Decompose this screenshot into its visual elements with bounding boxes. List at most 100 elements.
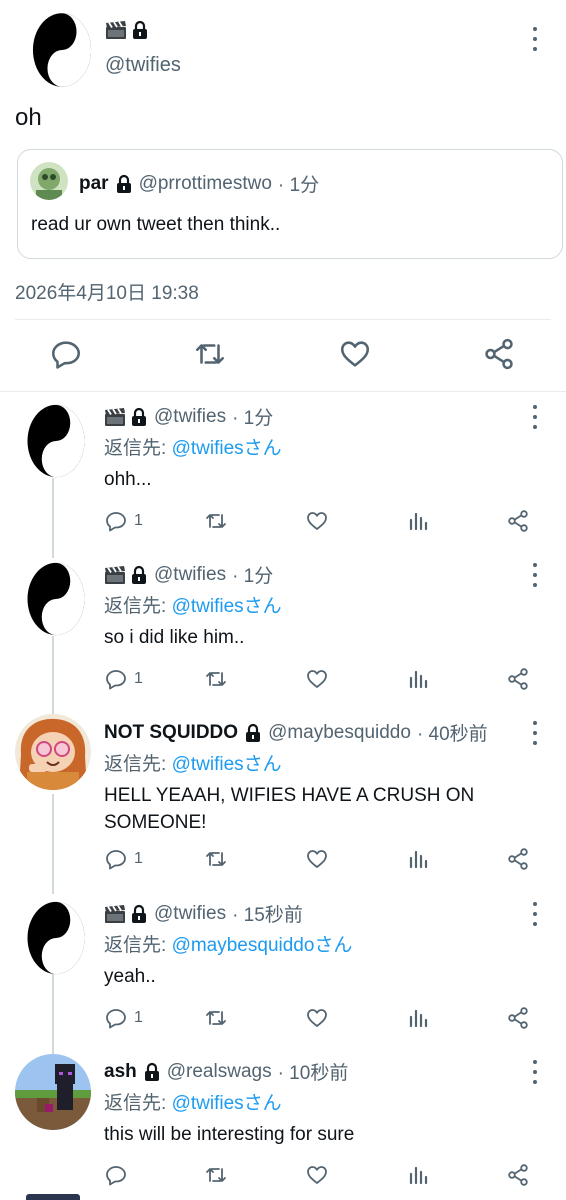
more-options-icon[interactable] (529, 902, 541, 926)
like-button[interactable] (305, 509, 329, 533)
share-icon (506, 847, 530, 871)
like-icon (305, 847, 329, 871)
quote-header: par @prrottimestwo · 1分 (79, 170, 319, 197)
reply-count: 1 (134, 850, 143, 867)
reply-to: 返信先: @twifiesさん (104, 754, 282, 775)
quote-time: · 1分 (277, 175, 320, 196)
yin-yang-icon[interactable] (31, 11, 93, 89)
retweet-button[interactable] (204, 667, 228, 691)
avatar[interactable] (30, 162, 68, 200)
reply-time: · 10秒前 (277, 1063, 349, 1084)
reply-button[interactable]: 1 (104, 667, 143, 691)
stats-button[interactable] (406, 509, 430, 533)
avatar[interactable] (15, 1054, 91, 1130)
reply-to-link[interactable]: @maybesquiddoさん (172, 935, 353, 956)
reply-header: @twifies · 1分 (104, 403, 273, 430)
reply-actions: 1 (0, 667, 566, 693)
more-options-icon[interactable] (529, 563, 541, 587)
reply-button[interactable] (104, 1163, 128, 1187)
like-button[interactable] (305, 1163, 329, 1187)
more-options-icon[interactable] (529, 405, 541, 429)
reply-to-link[interactable]: @twifiesさん (172, 438, 282, 459)
avatar[interactable] (26, 1194, 80, 1200)
like-icon[interactable] (338, 337, 372, 371)
reply-header: @twifies · 1分 (104, 561, 273, 588)
reply-time: · 40秒前 (416, 724, 488, 745)
more-options-icon[interactable] (529, 27, 541, 51)
main-handle[interactable]: @twifies (105, 54, 181, 77)
reply-actions (0, 1163, 566, 1189)
share-button[interactable] (506, 847, 530, 871)
share-button[interactable] (506, 667, 530, 691)
quote-name[interactable]: par (79, 173, 109, 195)
stats-button[interactable] (406, 1163, 430, 1187)
reply-text: so i did like him.. (104, 627, 245, 648)
like-button[interactable] (305, 1006, 329, 1030)
share-button[interactable] (506, 509, 530, 533)
lock-icon (130, 565, 148, 585)
avatar[interactable] (15, 714, 91, 790)
yin-yang-icon[interactable] (25, 900, 90, 976)
reply-name[interactable]: NOT SQUIDDO (104, 722, 238, 744)
share-icon (506, 1163, 530, 1187)
reply-text: HELL YEAAH, WIFIES HAVE A CRUSH ON SOMEO… (104, 785, 475, 833)
reply-button[interactable]: 1 (104, 509, 143, 533)
main-tweet-text: oh (15, 104, 42, 131)
share-icon (506, 509, 530, 533)
reply-count: 1 (134, 512, 143, 529)
retweet-button[interactable] (204, 509, 228, 533)
like-icon (305, 1006, 329, 1030)
timestamp: 2026年4月10日 19:38 (15, 283, 199, 304)
stats-button[interactable] (406, 667, 430, 691)
retweet-button[interactable] (204, 847, 228, 871)
stats-button[interactable] (406, 1006, 430, 1030)
reply-text: this will be interesting for sure (104, 1124, 355, 1145)
reply-to-link[interactable]: @twifiesさん (172, 1093, 282, 1114)
share-button[interactable] (506, 1006, 530, 1030)
share-button[interactable] (506, 1163, 530, 1187)
reply-icon (104, 667, 128, 691)
like-button[interactable] (305, 847, 329, 871)
retweet-icon[interactable] (193, 337, 227, 371)
clapperboard-icon (104, 904, 126, 924)
reply-handle: @twifies (154, 902, 227, 924)
reply-text: yeah.. (104, 966, 156, 987)
reply-icon[interactable] (49, 337, 83, 371)
like-button[interactable] (305, 667, 329, 691)
reply-header: @twifies · 15秒前 (104, 900, 303, 927)
stats-icon (406, 509, 430, 533)
reply-actions: 1 (0, 509, 566, 535)
retweet-button[interactable] (204, 1163, 228, 1187)
share-icon (506, 667, 530, 691)
reply-button[interactable]: 1 (104, 1006, 143, 1030)
reply-handle: @maybesquiddo (268, 721, 411, 743)
like-icon (305, 667, 329, 691)
lock-icon (130, 407, 148, 427)
yin-yang-icon[interactable] (25, 561, 90, 637)
more-options-icon[interactable] (529, 721, 541, 745)
retweet-icon (204, 1163, 228, 1187)
lock-icon (244, 723, 262, 743)
reply-text: ohh... (104, 469, 152, 490)
stats-icon (406, 1006, 430, 1030)
stats-button[interactable] (406, 847, 430, 871)
yin-yang-icon[interactable] (25, 403, 90, 479)
lock-icon (143, 1062, 161, 1082)
reply-header: NOT SQUIDDO @maybesquiddo · 40秒前 (104, 719, 488, 746)
reply-to-link[interactable]: @twifiesさん (172, 754, 282, 775)
quoted-tweet[interactable]: par @prrottimestwo · 1分 read ur own twee… (17, 149, 563, 259)
reply-to: 返信先: @twifiesさん (104, 596, 282, 617)
reply-to-link[interactable]: @twifiesさん (172, 596, 282, 617)
share-icon[interactable] (482, 337, 516, 371)
reply-time: · 15秒前 (232, 905, 303, 926)
clapperboard-icon (105, 20, 127, 40)
share-icon (506, 1006, 530, 1030)
reply-icon (104, 847, 128, 871)
reply-button[interactable]: 1 (104, 847, 143, 871)
reply-name[interactable]: ash (104, 1061, 137, 1083)
quote-handle: @prrottimestwo (138, 172, 272, 194)
main-actions (0, 337, 566, 373)
reply-count: 1 (134, 670, 143, 687)
more-options-icon[interactable] (529, 1060, 541, 1084)
retweet-button[interactable] (204, 1006, 228, 1030)
